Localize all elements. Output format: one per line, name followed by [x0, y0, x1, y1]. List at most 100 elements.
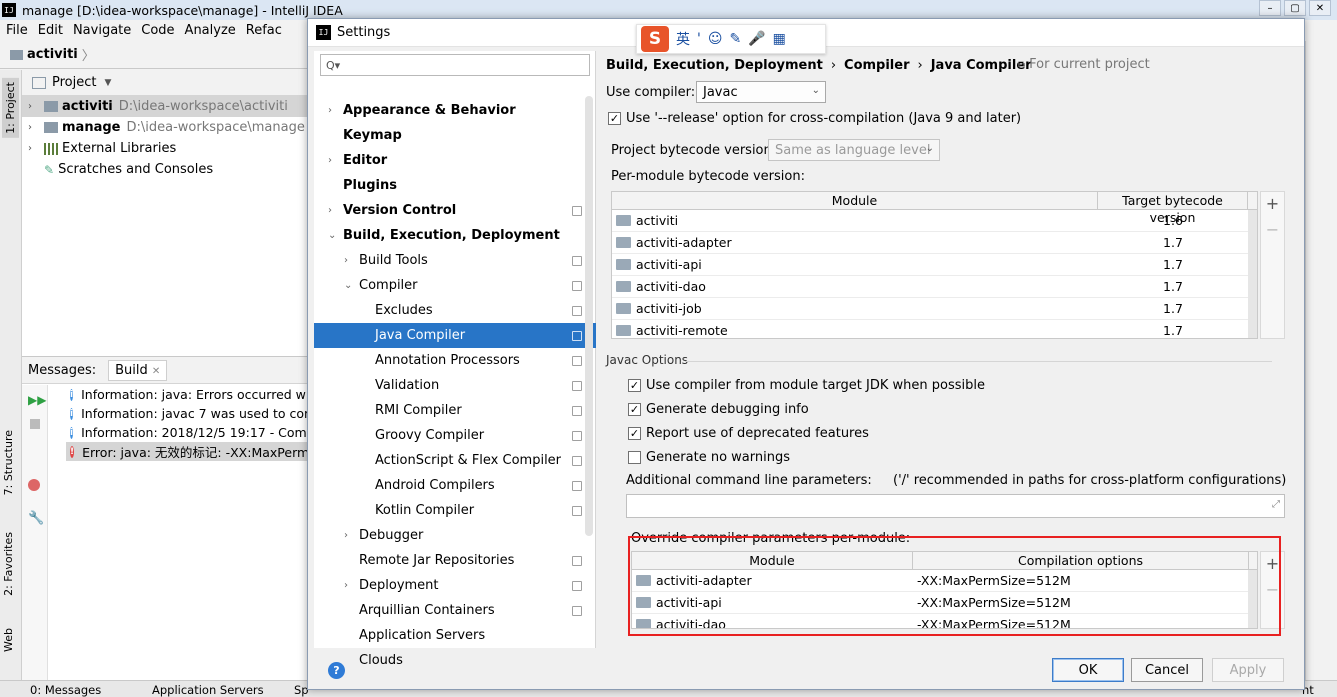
tree-item-debugger[interactable]: › Debugger	[314, 523, 596, 548]
tree-item-build-execution-deployment[interactable]: ⌄ Build, Execution, Deployment	[314, 223, 596, 248]
tree-item-application-servers[interactable]: Application Servers	[314, 623, 596, 648]
chevron-right-icon[interactable]: ›	[344, 255, 348, 266]
stop-icon[interactable]	[30, 419, 40, 429]
error-filter-icon[interactable]	[28, 479, 40, 491]
chevron-right-icon[interactable]: ›	[328, 155, 332, 166]
close-window-icon[interactable]: ✕	[1309, 0, 1331, 16]
sogou-logo-icon[interactable]: S	[641, 26, 669, 52]
ime-punctuation-icon[interactable]: '	[697, 31, 701, 47]
rerun-icon[interactable]: ▶▶	[28, 393, 46, 407]
column-header-module[interactable]: Module	[612, 192, 1098, 209]
javac-option-checkbox[interactable]: ✓ Report use of deprecated features	[628, 426, 869, 441]
table-scrollbar[interactable]	[1248, 210, 1257, 338]
wrench-icon[interactable]: 🔧	[28, 511, 44, 526]
nav-crumb[interactable]: activiti	[27, 47, 78, 62]
tree-item-external-libraries[interactable]: › External Libraries	[22, 138, 312, 159]
table-row[interactable]: activiti-job 1.7	[612, 298, 1257, 320]
tab-web[interactable]: Web	[2, 628, 15, 652]
tree-item-java-compiler[interactable]: Java Compiler	[314, 323, 596, 348]
project-bytecode-select[interactable]: Same as language level ⌄	[768, 139, 940, 161]
tree-item-build-tools[interactable]: › Build Tools	[314, 248, 596, 273]
menu-file[interactable]: File	[6, 23, 28, 38]
chevron-right-icon[interactable]: ›	[344, 530, 348, 541]
tree-item-keymap[interactable]: Keymap	[314, 123, 596, 148]
javac-option-checkbox[interactable]: Generate no warnings	[628, 450, 790, 465]
expand-icon[interactable]: ⤢	[1272, 499, 1280, 510]
message-row[interactable]: i Information: java: Errors occurred wh	[70, 385, 312, 404]
ime-handwriting-icon[interactable]: ✎	[729, 31, 741, 47]
tree-item-version-control[interactable]: › Version Control	[314, 198, 596, 223]
ime-microphone-icon[interactable]: 🎤	[748, 31, 765, 47]
tab-messages[interactable]: 0: Messages	[30, 683, 101, 697]
help-icon[interactable]: ?	[328, 662, 345, 679]
tree-item-appearance-behavior[interactable]: › Appearance & Behavior	[314, 98, 596, 123]
message-row[interactable]: i Information: 2018/12/5 19:17 - Comp	[70, 423, 312, 442]
tree-item-android-compilers[interactable]: Android Compilers	[314, 473, 596, 498]
tree-item-remote-jar-repositories[interactable]: Remote Jar Repositories	[314, 548, 596, 573]
tree-item-plugins[interactable]: Plugins	[314, 173, 596, 198]
chevron-right-icon[interactable]: ›	[328, 105, 332, 116]
ime-english-toggle[interactable]: 英	[676, 29, 690, 49]
javac-option-checkbox[interactable]: ✓ Generate debugging info	[628, 402, 809, 417]
tree-item-editor[interactable]: › Editor	[314, 148, 596, 173]
add-icon[interactable]: +	[1261, 192, 1284, 218]
cancel-button[interactable]: Cancel	[1131, 658, 1203, 682]
tree-item-activiti[interactable]: › activiti D:\idea-workspace\activiti	[22, 96, 312, 117]
tab-application-servers[interactable]: Application Servers	[152, 683, 264, 697]
chevron-right-icon[interactable]: ›	[28, 101, 40, 112]
menu-navigate[interactable]: Navigate	[73, 23, 131, 38]
apply-button[interactable]: Apply	[1212, 658, 1284, 682]
message-row-error[interactable]: ! Error: java: 无效的标记: -XX:MaxPerm	[66, 442, 308, 461]
table-row[interactable]: activiti 1.6	[612, 210, 1257, 232]
ok-button[interactable]: OK	[1052, 658, 1124, 682]
close-icon[interactable]: ✕	[152, 366, 160, 377]
settings-search-input[interactable]: Q▾	[320, 54, 590, 76]
tree-item-kotlin-compiler[interactable]: Kotlin Compiler	[314, 498, 596, 523]
menu-refactor[interactable]: Refac	[246, 23, 282, 38]
tree-item-clouds[interactable]: Clouds	[314, 648, 596, 673]
additional-params-input[interactable]: ⤢	[626, 494, 1285, 518]
chevron-right-icon[interactable]: ›	[328, 205, 332, 216]
release-option-checkbox[interactable]: ✓ Use '--release' option for cross-compi…	[608, 111, 1021, 126]
tree-item-actionscript-flex-compiler[interactable]: ActionScript & Flex Compiler	[314, 448, 596, 473]
tree-item-manage[interactable]: › manage D:\idea-workspace\manage	[22, 117, 312, 138]
table-row[interactable]: activiti-dao 1.7	[612, 276, 1257, 298]
chevron-right-icon[interactable]: ›	[28, 143, 40, 154]
chevron-right-icon[interactable]: ›	[28, 122, 40, 133]
tab-structure[interactable]: 7: Structure	[2, 430, 15, 495]
message-row[interactable]: i Information: javac 7 was used to com	[70, 404, 312, 423]
table-row[interactable]: activiti-remote 1.7	[612, 320, 1257, 338]
tree-item-compiler[interactable]: ⌄ Compiler	[314, 273, 596, 298]
tree-item-annotation-processors[interactable]: Annotation Processors	[314, 348, 596, 373]
table-row[interactable]: activiti-api 1.7	[612, 254, 1257, 276]
tab-favorites[interactable]: 2: Favorites	[2, 532, 15, 596]
tab-build[interactable]: Build ✕	[108, 359, 168, 381]
tree-item-excludes[interactable]: Excludes	[314, 298, 596, 323]
tree-item-rmi-compiler[interactable]: RMI Compiler	[314, 398, 596, 423]
minimize-icon[interactable]: –	[1259, 0, 1281, 16]
project-header-label[interactable]: Project	[52, 75, 96, 90]
tree-scrollbar[interactable]	[585, 96, 593, 536]
ime-emoji-icon[interactable]: ☺	[708, 31, 723, 47]
tab-event-log[interactable]: nt Log	[1302, 683, 1337, 697]
menu-edit[interactable]: Edit	[38, 23, 63, 38]
javac-option-checkbox[interactable]: ✓ Use compiler from module target JDK whe…	[628, 378, 985, 393]
remove-icon[interactable]: −	[1261, 218, 1284, 244]
tree-item-validation[interactable]: Validation	[314, 373, 596, 398]
column-header-target[interactable]: Target bytecode version	[1098, 192, 1248, 225]
tab-project[interactable]: 1: Project	[2, 78, 19, 138]
table-row[interactable]: activiti-adapter 1.7	[612, 232, 1257, 254]
tree-item-deployment[interactable]: › Deployment	[314, 573, 596, 598]
compiler-select[interactable]: Javac ⌄	[696, 81, 826, 103]
tree-item-arquillian-containers[interactable]: Arquillian Containers	[314, 598, 596, 623]
maximize-icon[interactable]: ▢	[1284, 0, 1306, 16]
tree-item-groovy-compiler[interactable]: Groovy Compiler	[314, 423, 596, 448]
menu-code[interactable]: Code	[141, 23, 174, 38]
menu-analyze[interactable]: Analyze	[185, 23, 236, 38]
tree-item-scratches[interactable]: ✎ Scratches and Consoles	[22, 159, 312, 180]
chevron-down-icon[interactable]: ⌄	[328, 230, 336, 241]
chevron-right-icon[interactable]: ›	[344, 580, 348, 591]
chevron-down-icon[interactable]: ⌄	[344, 280, 352, 291]
ime-toolbox-icon[interactable]: ▦	[773, 31, 786, 47]
chevron-down-icon[interactable]: ▼	[104, 78, 111, 88]
